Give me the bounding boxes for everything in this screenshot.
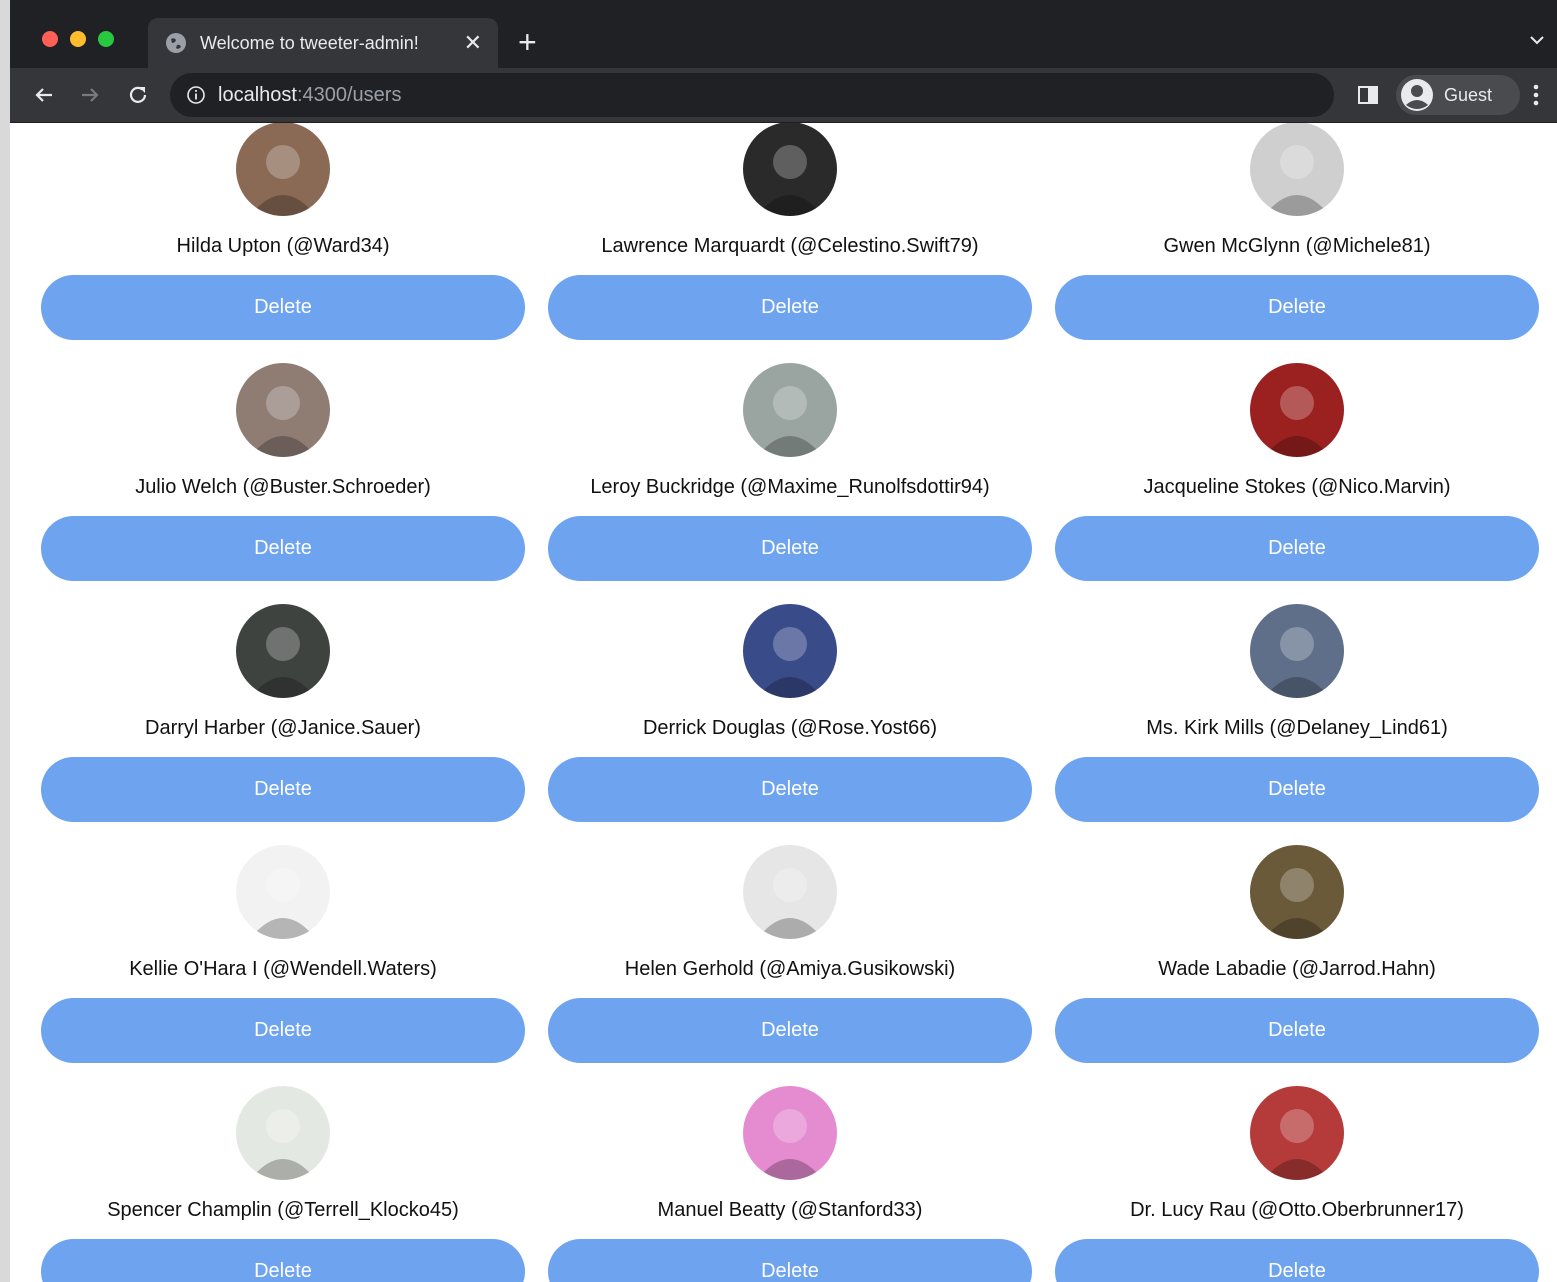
user-avatar	[236, 363, 330, 457]
browser-toolbar: localhost:4300/users Guest	[10, 68, 1557, 123]
user-card: Kellie O'Hara I (@Wendell.Waters) Delete	[41, 726, 525, 1063]
user-avatar	[743, 363, 837, 457]
user-name-label: Manuel Beatty (@Stanford33)	[657, 1199, 923, 1221]
profile-label: Guest	[1444, 84, 1493, 105]
user-card: Julio Welch (@Buster.Schroeder) Delete	[41, 244, 525, 581]
profile-button[interactable]: Guest	[1396, 75, 1520, 115]
user-avatar	[236, 845, 330, 939]
tab-close-icon[interactable]: ✕	[464, 32, 482, 54]
user-row: Kellie O'Hara I (@Wendell.Waters) Delete H…	[10, 726, 1557, 1063]
user-grid: Hilda Upton (@Ward34) Delete Lawrence Marq…	[10, 123, 1557, 1282]
reload-icon[interactable]	[124, 81, 152, 109]
user-avatar	[743, 845, 837, 939]
address-bar[interactable]: localhost:4300/users	[170, 73, 1334, 117]
user-card: Wade Labadie (@Jarrod.Hahn) Delete	[1055, 726, 1539, 1063]
delete-user-button[interactable]: Delete	[41, 1239, 525, 1282]
globe-icon	[166, 33, 186, 53]
url-text: localhost:4300/users	[218, 84, 401, 107]
user-avatar	[1250, 845, 1344, 939]
tab-strip: Welcome to tweeter-admin! ✕ +	[10, 0, 1557, 68]
user-name-label: Dr. Lucy Rau (@Otto.Oberbrunner17)	[1130, 1199, 1464, 1221]
user-avatar	[1250, 363, 1344, 457]
user-card: Helen Gerhold (@Amiya.Gusikowski) Delete	[548, 726, 1032, 1063]
browser-window: Welcome to tweeter-admin! ✕ + localhost:…	[0, 0, 1557, 1282]
user-row: Spencer Champlin (@Terrell_Klocko45) Dele…	[10, 967, 1557, 1282]
user-card: Hilda Upton (@Ward34) Delete	[41, 123, 525, 340]
user-card: Lawrence Marquardt (@Celestino.Swift79) D…	[548, 123, 1032, 340]
side-panel-icon[interactable]	[1356, 83, 1380, 107]
user-row: Darryl Harber (@Janice.Sauer) Delete Derri…	[10, 485, 1557, 822]
minimize-window-button[interactable]	[70, 31, 86, 47]
window-edge	[0, 0, 10, 1282]
user-card: Leroy Buckridge (@Maxime_Runolfsdottir94…	[548, 244, 1032, 581]
user-avatar	[1250, 1086, 1344, 1180]
close-window-button[interactable]	[42, 31, 58, 47]
user-card: Dr. Lucy Rau (@Otto.Oberbrunner17) Delete	[1055, 967, 1539, 1282]
user-card: Jacqueline Stokes (@Nico.Marvin) Delete	[1055, 244, 1539, 581]
info-icon[interactable]	[186, 85, 206, 105]
user-name-label: Spencer Champlin (@Terrell_Klocko45)	[107, 1199, 459, 1221]
tab-active[interactable]: Welcome to tweeter-admin! ✕	[148, 18, 498, 68]
delete-user-button[interactable]: Delete	[548, 1239, 1032, 1282]
more-menu-icon[interactable]	[1528, 82, 1544, 108]
url-host: localhost	[218, 83, 297, 106]
forward-arrow-icon[interactable]	[76, 81, 104, 109]
user-avatar	[743, 604, 837, 698]
user-avatar	[743, 123, 837, 216]
back-arrow-icon[interactable]	[30, 81, 58, 109]
user-row: Julio Welch (@Buster.Schroeder) Delete Ler…	[10, 244, 1557, 581]
user-avatar	[236, 123, 330, 216]
delete-user-button[interactable]: Delete	[1055, 1239, 1539, 1282]
tab-title: Welcome to tweeter-admin!	[200, 32, 419, 53]
user-avatar	[236, 1086, 330, 1180]
user-card: Derrick Douglas (@Rose.Yost66) Delete	[548, 485, 1032, 822]
user-card: Ms. Kirk Mills (@Delaney_Lind61) Delete	[1055, 485, 1539, 822]
user-row: Hilda Upton (@Ward34) Delete Lawrence Marq…	[10, 123, 1557, 340]
user-card: Manuel Beatty (@Stanford33) Delete	[548, 967, 1032, 1282]
user-card: Darryl Harber (@Janice.Sauer) Delete	[41, 485, 525, 822]
page-content: Hilda Upton (@Ward34) Delete Lawrence Marq…	[10, 123, 1557, 1282]
user-card: Gwen McGlynn (@Michele81) Delete	[1055, 123, 1539, 340]
user-avatar	[1250, 604, 1344, 698]
url-path: :4300/users	[296, 83, 402, 106]
user-avatar	[1250, 123, 1344, 216]
user-avatar	[236, 604, 330, 698]
maximize-window-button[interactable]	[98, 31, 114, 47]
tab-search-chevron-icon[interactable]	[1527, 30, 1547, 50]
user-card: Spencer Champlin (@Terrell_Klocko45) Dele…	[41, 967, 525, 1282]
new-tab-button[interactable]: +	[518, 26, 537, 58]
guest-avatar-icon	[1401, 79, 1433, 111]
user-avatar	[743, 1086, 837, 1180]
